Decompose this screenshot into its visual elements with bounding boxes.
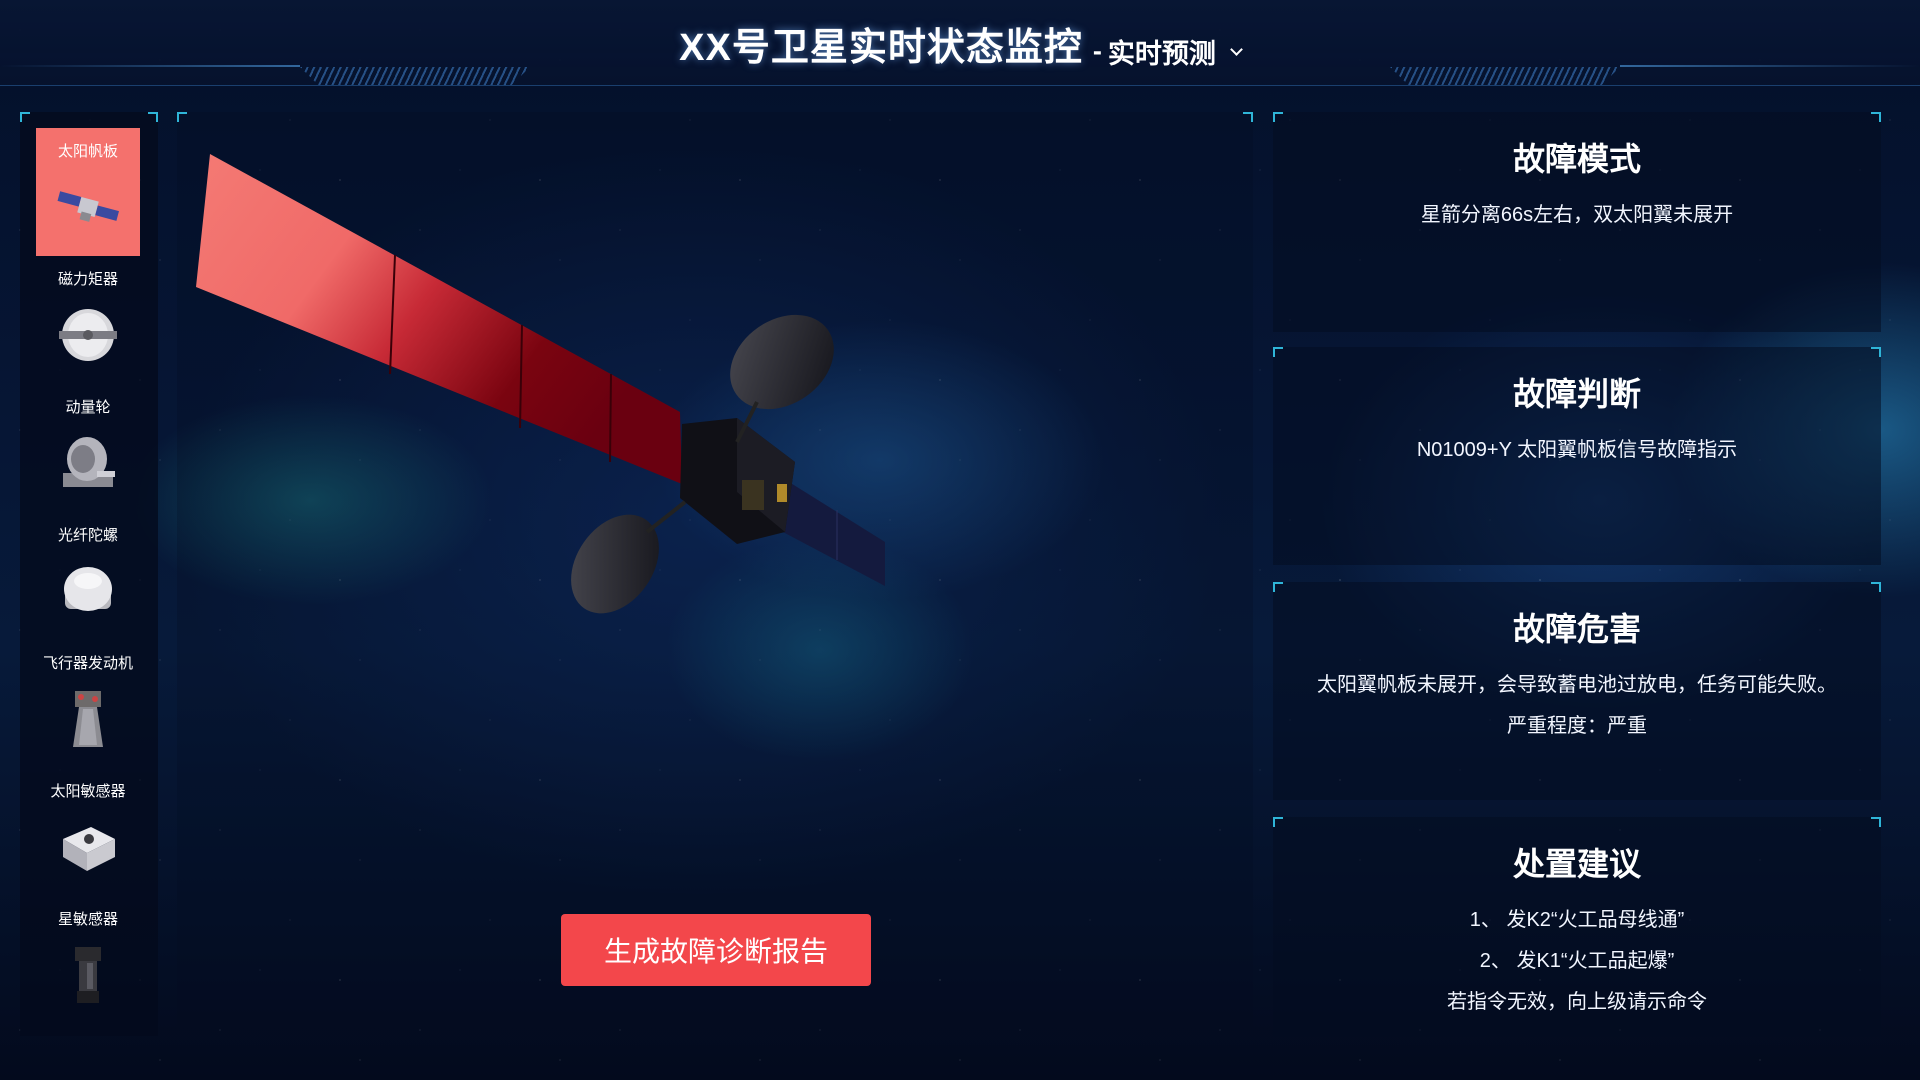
component-label: 星敏感器: [57, 911, 118, 928]
header-bar: XX号卫星实时状态监控 - 实时预测: [0, 0, 1920, 86]
engine-icon: [73, 691, 103, 747]
mode-dropdown[interactable]: - 实时预测: [1092, 32, 1243, 71]
fault-judgement-panel: 故障判断 N01009+Y 太阳翼帆板信号故障指示: [1273, 347, 1881, 565]
fault-mode-panel: 故障模式 星箭分离66s左右，双太阳翼未展开: [1273, 112, 1881, 332]
fault-hazard-title: 故障危害: [1512, 611, 1641, 647]
fault-hazard-text: 太阳翼帆板未展开，会导致蓄电池过放电，任务可能失败。: [1317, 674, 1837, 696]
solar-wing-left[interactable]: [196, 154, 682, 484]
solar-wing-right: [783, 482, 885, 586]
disposal-advice-step-2: 2、 发K1“火工品起爆”: [1479, 950, 1675, 972]
disposal-advice-title: 处置建议: [1512, 846, 1641, 882]
corner-bracket: [148, 112, 158, 122]
component-item-solar-panel[interactable]: 太阳帆板: [36, 128, 140, 256]
magnetorquer-icon: [59, 309, 117, 361]
corner-bracket: [1871, 817, 1881, 827]
star-sensor-icon: [75, 947, 101, 1003]
fault-mode-text: 星箭分离66s左右，双太阳翼未展开: [1420, 204, 1734, 226]
component-item-fiber-gyro[interactable]: 光纤陀螺: [36, 512, 140, 640]
fiber-gyro-icon: [64, 567, 112, 611]
generate-report-button[interactable]: 生成故障诊断报告: [561, 914, 871, 986]
corner-bracket: [20, 112, 30, 122]
corner-bracket: [1871, 582, 1881, 592]
component-label: 光纤陀螺: [57, 527, 118, 544]
disposal-advice-step-1: 1、 发K2“火工品母线通”: [1469, 909, 1685, 931]
satellite-model[interactable]: [177, 112, 1253, 872]
corner-bracket: [1273, 817, 1283, 827]
chevron-down-icon[interactable]: [1229, 43, 1243, 56]
component-item-magnetorquer[interactable]: 磁力矩器: [36, 256, 140, 384]
sun-sensor-icon: [63, 827, 115, 871]
corner-bracket: [1273, 582, 1283, 592]
fault-judgement-text: N01009+Y 太阳翼帆板信号故障指示: [1416, 439, 1738, 461]
corner-bracket: [1273, 347, 1283, 357]
disposal-advice-panel: 处置建议 1、 发K2“火工品母线通” 2、 发K1“火工品起爆” 若指令无效，…: [1273, 817, 1881, 1037]
corner-bracket: [1871, 347, 1881, 357]
component-item-star-sensor[interactable]: 星敏感器: [36, 896, 140, 1024]
disposal-advice-note: 若指令无效，向上级请示命令: [1447, 991, 1707, 1013]
fault-mode-title: 故障模式: [1512, 141, 1641, 177]
component-label: 太阳敏感器: [50, 783, 126, 800]
corner-bracket: [1871, 112, 1881, 122]
momentum-wheel-icon: [63, 437, 115, 487]
component-item-engine[interactable]: 飞行器发动机: [36, 640, 140, 768]
component-label: 太阳帆板: [57, 143, 118, 160]
corner-bracket: [1273, 112, 1283, 122]
mode-label: 实时预测: [1107, 39, 1216, 69]
component-item-sun-sensor[interactable]: 太阳敏感器: [36, 768, 140, 896]
fault-hazard-severity: 严重程度：严重: [1507, 715, 1647, 737]
antenna-dish-lower: [571, 500, 687, 614]
component-item-momentum-wheel[interactable]: 动量轮: [36, 384, 140, 512]
page-title: XX号卫星实时状态监控: [679, 27, 1083, 69]
component-sidebar: 太阳帆板 磁力矩器 动量轮 光纤陀螺 飞行器发动机 太阳敏感器 星敏感器: [20, 112, 158, 1036]
component-label: 动量轮: [65, 399, 111, 416]
component-label: 飞行器发动机: [42, 655, 133, 672]
component-label: 磁力矩器: [57, 271, 118, 288]
fault-hazard-panel: 故障危害 太阳翼帆板未展开，会导致蓄电池过放电，任务可能失败。 严重程度：严重: [1273, 582, 1881, 800]
mode-separator: -: [1092, 36, 1102, 66]
fault-judgement-title: 故障判断: [1512, 376, 1641, 412]
solar-panel-icon: [57, 191, 119, 222]
satellite-viewport: 生成故障诊断报告: [177, 112, 1253, 1038]
